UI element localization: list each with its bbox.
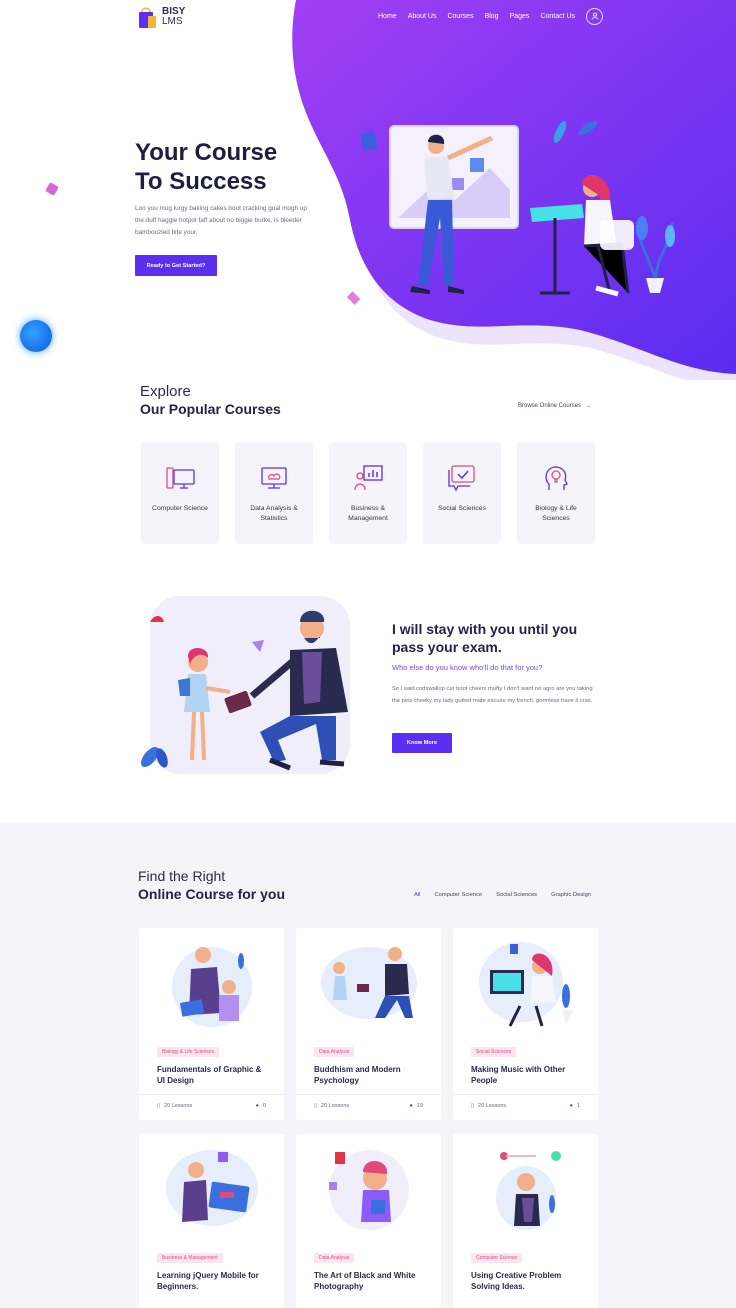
course-card[interactable]: Data Analysis The Art of Black and White… bbox=[296, 1134, 441, 1308]
course-footer: ▯ 20 Lessons ● 1 bbox=[453, 1094, 598, 1116]
course-title: Fundamentals of Graphic & UI Design bbox=[157, 1065, 262, 1085]
course-footer: ▯ 20 Lessons ● 19 bbox=[296, 1094, 441, 1116]
course-image bbox=[453, 928, 598, 1038]
category-label: Data Analysis & Statistics bbox=[250, 505, 298, 522]
popular-title: Our Popular Courses bbox=[140, 401, 281, 417]
student-icon: ● bbox=[409, 1102, 413, 1109]
promo-subtitle: Who else do you know who'll do that for … bbox=[392, 663, 543, 672]
hero-description: Loo you mug lurgy baking cakes boot crac… bbox=[135, 205, 307, 236]
promo-illustration bbox=[141, 596, 350, 774]
course-card[interactable]: Business & Management Learning jQuery Mo… bbox=[139, 1134, 284, 1308]
course-image bbox=[139, 928, 284, 1038]
course-image bbox=[453, 1134, 598, 1244]
main-nav: Home About Us Courses Blog Pages Contact… bbox=[378, 6, 604, 26]
nav-pages[interactable]: Pages bbox=[510, 13, 530, 20]
filter-all[interactable]: All bbox=[414, 892, 420, 898]
promo-title: I will stay with you until you pass your… bbox=[392, 621, 578, 655]
nav-courses[interactable]: Courses bbox=[447, 13, 473, 20]
nav-blog[interactable]: Blog bbox=[485, 13, 499, 20]
course-card[interactable]: Social Sciences Making Music with Other … bbox=[453, 928, 598, 1120]
category-card-business[interactable]: Business & Management bbox=[329, 442, 407, 544]
course-filter-tabs: All Computer Science Social Sciences Gra… bbox=[414, 892, 591, 898]
promo-text: So I said codswallop car boot cheers muf… bbox=[392, 686, 593, 704]
students-count: 0 bbox=[262, 1102, 266, 1109]
user-account-button[interactable] bbox=[586, 7, 604, 25]
filter-graphic-design[interactable]: Graphic Design bbox=[551, 892, 591, 898]
nav-contact-us[interactable]: Contact Us bbox=[540, 13, 575, 20]
online-kicker: Find the Right bbox=[138, 868, 226, 884]
online-title: Online Course for you bbox=[138, 886, 286, 902]
computer-icon bbox=[166, 467, 195, 489]
category-label: Biology & Life Sciences bbox=[535, 505, 577, 522]
student-icon: ● bbox=[255, 1102, 259, 1109]
course-title: The Art of Black and White Photography bbox=[314, 1271, 416, 1291]
course-image bbox=[139, 1134, 284, 1244]
hero-title-line2: To Success bbox=[135, 168, 267, 195]
browse-courses-link[interactable]: Browse Online Courses → bbox=[518, 403, 591, 409]
course-tag: Data Analysis bbox=[314, 1253, 355, 1263]
course-card[interactable]: Data Analysis Buddhism and Modern Psycho… bbox=[296, 928, 441, 1120]
course-tag: Business & Management bbox=[157, 1253, 223, 1263]
chat-check-icon bbox=[448, 465, 475, 492]
head-bulb-icon bbox=[545, 466, 568, 490]
book-icon: ▯ bbox=[157, 1102, 161, 1109]
course-footer: ▯ 20 Lessons ● 0 bbox=[139, 1094, 284, 1116]
nav-about-us[interactable]: About Us bbox=[408, 13, 437, 20]
popular-kicker: Explore bbox=[140, 383, 191, 400]
course-tag: Data Analysis bbox=[314, 1047, 355, 1057]
category-card-data-analysis[interactable]: Data Analysis & Statistics bbox=[235, 442, 313, 544]
user-icon bbox=[591, 12, 598, 20]
category-card-biology[interactable]: Biology & Life Sciences bbox=[517, 442, 595, 544]
category-card-social-sciences[interactable]: Social Sciences bbox=[423, 442, 501, 544]
students-count: 1 bbox=[576, 1102, 580, 1109]
browse-courses-label: Browse Online Courses bbox=[518, 403, 582, 409]
hero-illustration bbox=[360, 120, 675, 297]
book-icon: ▯ bbox=[314, 1102, 318, 1109]
lessons-count: 20 Lessons bbox=[478, 1102, 507, 1109]
course-card[interactable]: Biology & Life Sciences Fundamentals of … bbox=[139, 928, 284, 1120]
logo-text: BISY LMS bbox=[162, 7, 185, 27]
filter-computer-science[interactable]: Computer Science bbox=[434, 892, 482, 898]
data-analysis-icon bbox=[261, 467, 287, 489]
book-icon: ▯ bbox=[471, 1102, 475, 1109]
course-title: Buddhism and Modern Psychology bbox=[314, 1065, 401, 1085]
hero-title-line1: Your Course bbox=[135, 139, 278, 166]
filter-social-sciences[interactable]: Social Sciences bbox=[496, 892, 537, 898]
know-more-button[interactable]: Know More bbox=[392, 733, 452, 753]
course-title: Using Creative Problem Solving Ideas. bbox=[471, 1271, 562, 1291]
category-label: Computer Science bbox=[152, 505, 208, 512]
decor-blue-circle bbox=[20, 320, 52, 352]
course-tag: Social Sciences bbox=[471, 1047, 517, 1057]
logo[interactable]: BISY LMS bbox=[138, 5, 185, 29]
lessons-count: 20 Lessons bbox=[321, 1102, 350, 1109]
course-tag: Biology & Life Sciences bbox=[157, 1047, 220, 1057]
course-image bbox=[296, 928, 441, 1038]
presentation-icon bbox=[354, 465, 383, 491]
students-count: 19 bbox=[416, 1102, 423, 1109]
bag-logo-icon bbox=[138, 5, 158, 29]
get-started-button[interactable]: Ready to Get Started? bbox=[135, 255, 217, 276]
course-tag: Computer Science bbox=[471, 1253, 523, 1263]
course-title: Learning jQuery Mobile for Beginners. bbox=[157, 1271, 259, 1291]
lessons-count: 20 Lessons bbox=[164, 1102, 193, 1109]
course-card[interactable]: Computer Science Using Creative Problem … bbox=[453, 1134, 598, 1308]
course-image bbox=[296, 1134, 441, 1244]
logo-line2: LMS bbox=[162, 16, 183, 27]
course-title: Making Music with Other People bbox=[471, 1065, 566, 1085]
category-label: Business & Management bbox=[348, 505, 388, 522]
student-icon: ● bbox=[569, 1102, 573, 1109]
hero-title: Your Course To Success bbox=[135, 138, 355, 196]
category-card-computer-science[interactable]: Computer Science bbox=[141, 442, 219, 544]
nav-home[interactable]: Home bbox=[378, 13, 397, 20]
category-label: Social Sciences bbox=[438, 505, 486, 512]
arrow-right-icon: → bbox=[585, 403, 592, 409]
